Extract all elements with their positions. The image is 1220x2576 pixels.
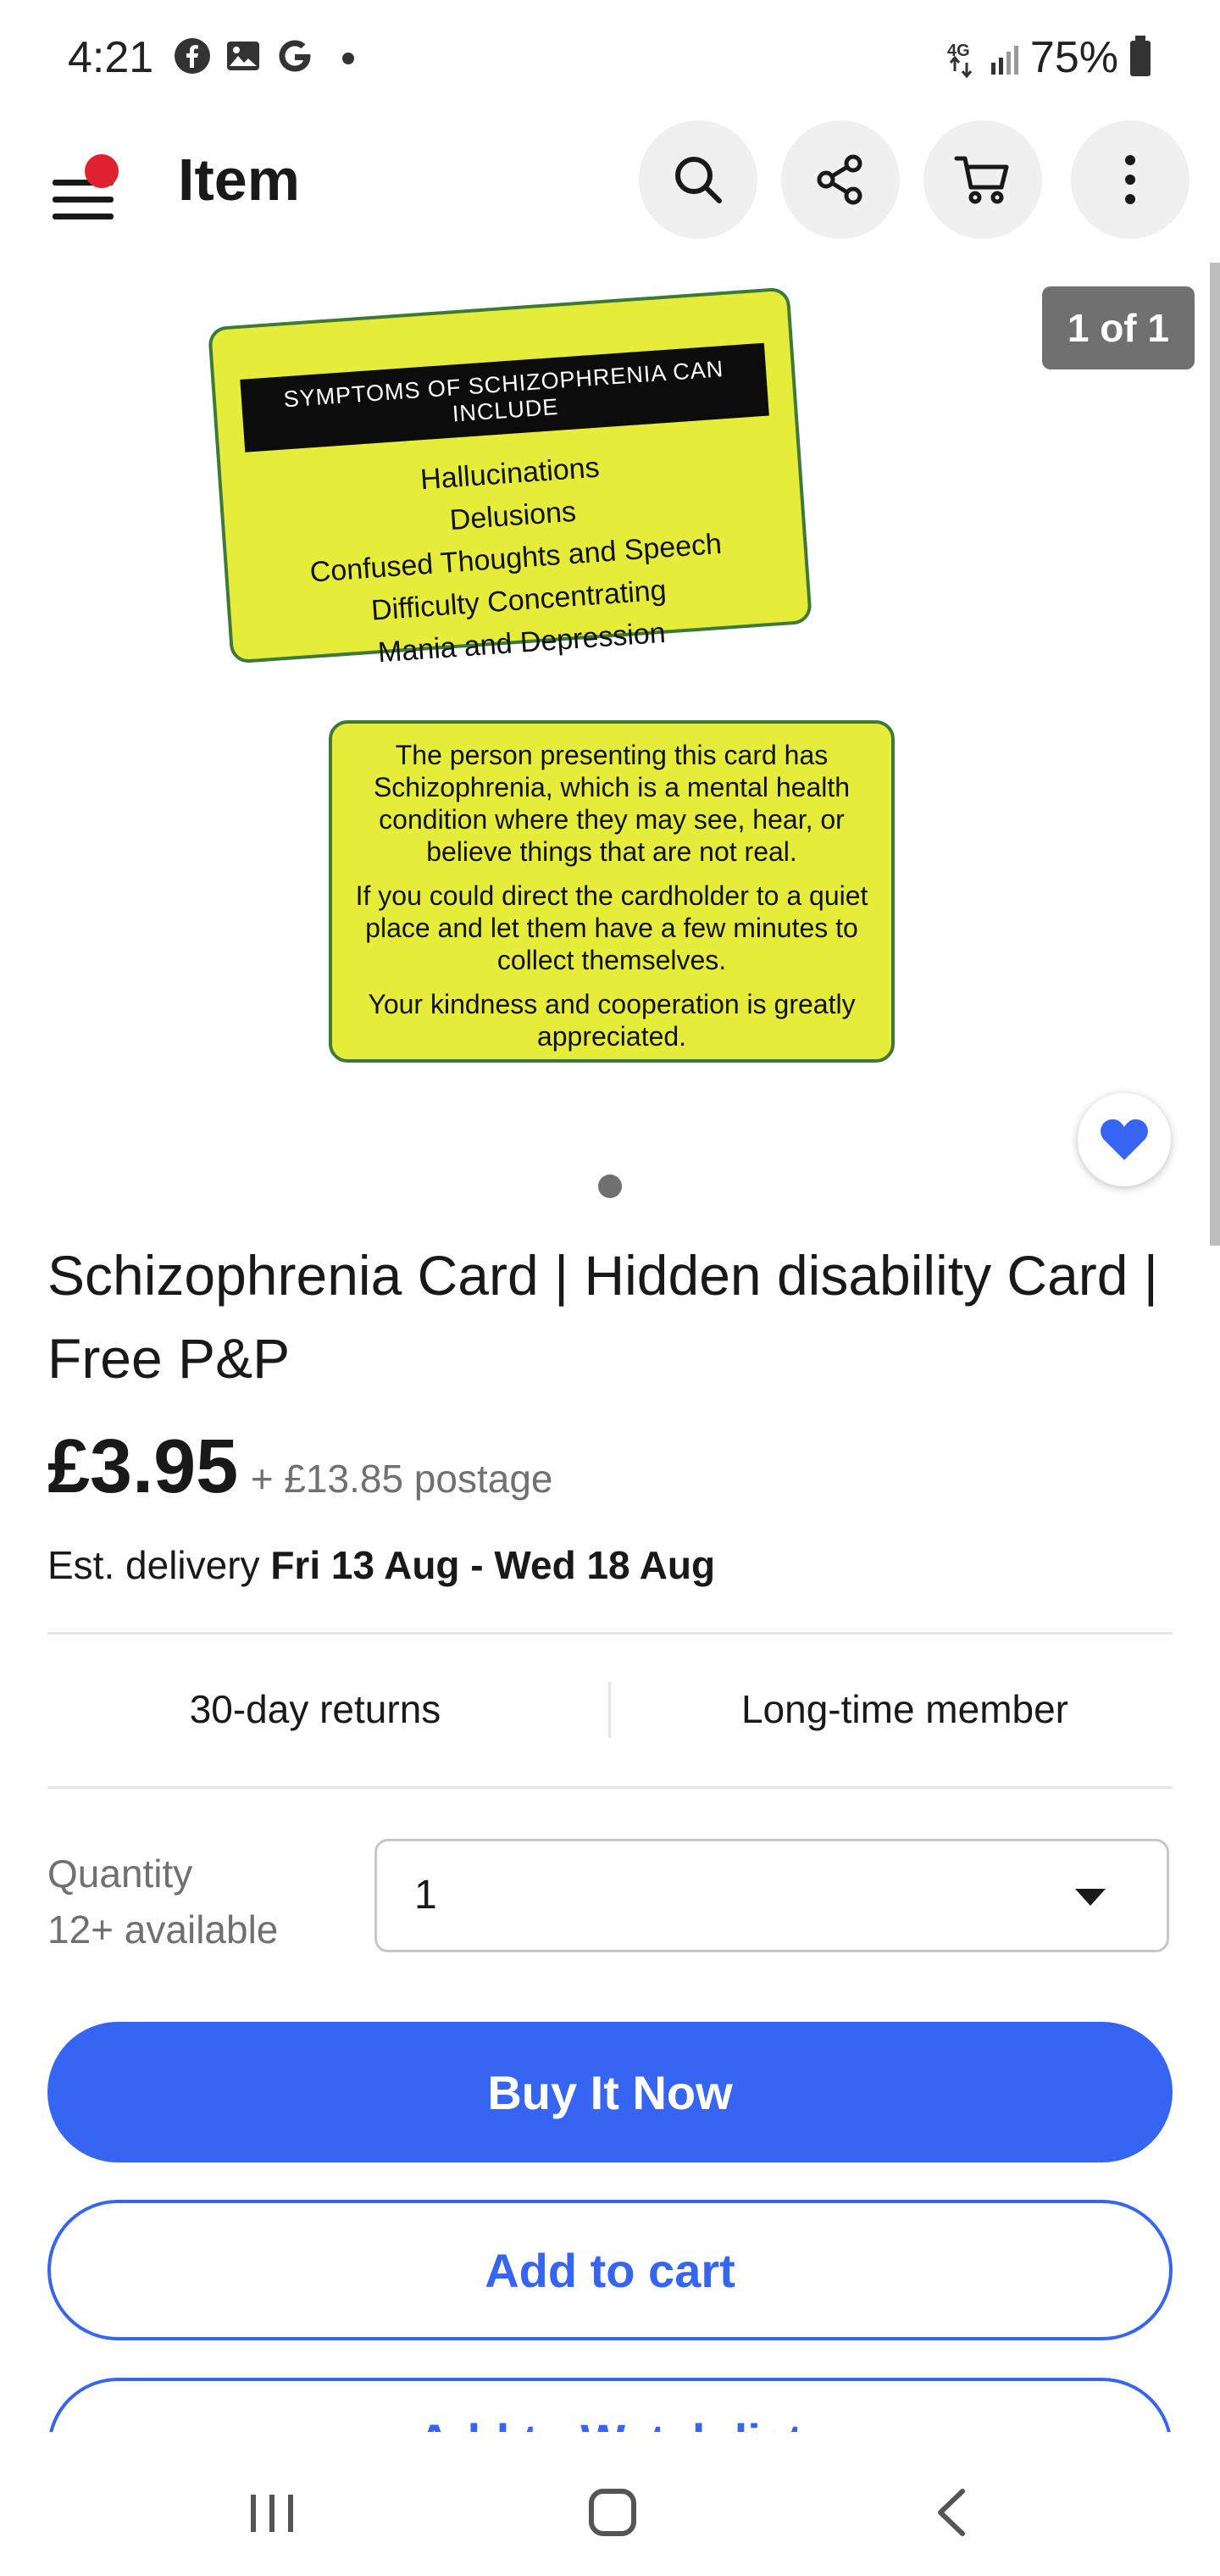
status-time: 4:21 [68,33,154,82]
back-icon[interactable] [915,2483,991,2542]
cart-button[interactable] [923,120,1042,239]
watchlist-heart-button[interactable] [1078,1093,1171,1186]
gallery-page-indicator [598,1174,622,1198]
divider [47,1786,1173,1789]
price-row: £3.95 + £13.85 postage [47,1424,553,1511]
cart-icon [954,156,1009,204]
gallery-icon [227,42,259,70]
search-button[interactable] [639,120,757,239]
menu-notification-dot [85,154,119,188]
system-navigation-bar [0,2440,1220,2576]
facebook-icon [175,38,210,74]
card-front-lines: Hallucinations Delusions Confused Though… [221,432,811,684]
feature-separator [608,1682,611,1738]
product-title: Schizophrenia Card | Hidden disability C… [47,1244,1158,1390]
more-options-button[interactable] [1071,120,1190,239]
divider [47,1632,1173,1635]
quantity-select[interactable]: 1 [374,1839,1169,1952]
search-icon [675,157,722,203]
caret-down-icon [1075,1889,1106,1906]
menu-line [53,214,114,219]
page-title: Item [178,147,300,213]
page-scrollbar[interactable] [1210,263,1220,1246]
status-bar: 4:21 4G 75% [0,0,1220,110]
image-gallery[interactable]: 1 of 1 SYMPTOMS OF SCHIZOPHRENIA CAN INC… [0,263,1220,1198]
recent-apps-icon[interactable] [234,2483,310,2542]
card-back-paragraph: The person presenting this card has Schi… [373,740,851,867]
card-front-image: SYMPTOMS OF SCHIZOPHRENIA CAN INCLUDE Ha… [207,286,813,669]
notification-dot [342,53,354,64]
battery-icon [1130,36,1151,76]
image-counter: 1 of 1 [1041,286,1195,369]
app-bar: Item [0,110,1220,264]
menu-button[interactable] [44,153,120,229]
card-back-image: The person presenting this card has Schi… [329,720,895,1063]
quantity-label: Quantity 12+ available [47,1846,278,1957]
estimated-delivery: Est. delivery Fri 13 Aug - Wed 18 Aug [47,1542,715,1588]
delivery-label: Est. delivery [47,1543,271,1587]
card-back-paragraph: If you could direct the cardholder to a … [355,880,868,975]
share-icon [817,154,862,205]
heart-icon [1101,1119,1148,1160]
more-icon [1125,155,1135,204]
menu-line [53,197,114,203]
returns-feature[interactable]: 30-day returns [34,1686,596,1732]
battery-level: 75% [1029,33,1118,82]
delivery-dates: Fri 13 Aug - Wed 18 Aug [270,1543,716,1587]
quantity-available: 12+ available [47,1907,279,1951]
quantity-title: Quantity [47,1852,193,1896]
add-to-cart-button[interactable]: Add to cart [47,2200,1173,2340]
card-front-header: SYMPTOMS OF SCHIZOPHRENIA CAN INCLUDE [240,342,769,452]
buy-it-now-button[interactable]: Buy It Now [47,2022,1173,2162]
share-button[interactable] [781,120,900,239]
product-price: £3.95 [47,1424,239,1509]
google-icon [279,40,311,72]
svg-text:4G: 4G [947,42,970,60]
seller-feature[interactable]: Long-time member [624,1686,1186,1732]
postage-cost: + £13.85 postage [250,1457,553,1501]
quantity-value: 1 [414,1873,437,1918]
card-back-paragraph: Your kindness and cooperation is greatly… [368,989,856,1052]
home-icon[interactable] [574,2483,651,2542]
